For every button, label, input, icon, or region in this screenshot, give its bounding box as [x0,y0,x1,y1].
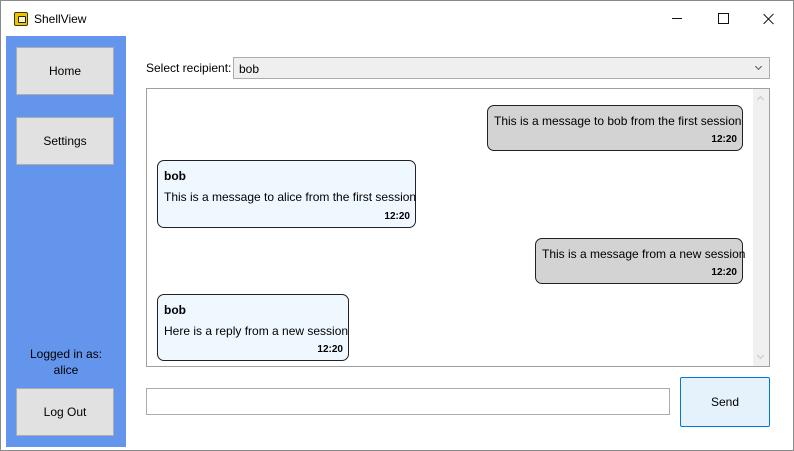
minimize-button[interactable] [654,1,700,36]
message-sender: bob [164,303,186,317]
message-input[interactable] [146,388,670,415]
minimize-icon [672,18,682,19]
logout-button[interactable]: Log Out [16,388,114,436]
message-bubble-incoming: bob Here is a reply from a new session 1… [157,294,349,361]
message-text: Here is a reply from a new session [164,324,349,338]
scroll-up-icon[interactable] [756,95,765,104]
message-time: 12:20 [384,211,410,222]
message-time: 12:20 [317,344,343,355]
message-bubble-outgoing: This is a message to bob from the first … [487,105,743,151]
recipient-selected-value: bob [239,62,260,76]
scroll-down-icon[interactable] [756,351,765,360]
home-button[interactable]: Home [16,47,114,95]
logged-in-label: Logged in as: [29,347,103,361]
send-button[interactable]: Send [680,377,770,427]
recipient-label: Select recipient: [146,61,232,75]
maximize-button[interactable] [700,1,746,36]
message-sender: bob [164,169,186,183]
settings-button[interactable]: Settings [16,117,114,165]
title-bar[interactable]: ShellView [1,1,793,36]
message-bubble-outgoing: This is a message from a new session 12:… [535,238,746,284]
message-list[interactable]: This is a message to bob from the first … [146,88,770,367]
app-window: ShellView Home Settings Logged in as: al… [0,0,794,451]
close-icon [763,13,775,25]
message-time: 12:20 [711,267,737,278]
message-text: This is a message from a new session [542,247,746,261]
message-time: 12:20 [711,134,737,145]
window-title: ShellView [34,12,87,26]
recipient-dropdown[interactable]: bob [233,57,770,79]
logged-in-username: alice [53,363,79,377]
vertical-scrollbar[interactable] [753,89,769,366]
message-text: This is a message to alice from the firs… [164,190,417,204]
app-icon [14,12,28,26]
close-button[interactable] [746,1,792,36]
chevron-down-icon [754,62,763,71]
message-bubble-incoming: bob This is a message to alice from the … [157,160,416,228]
message-text: This is a message to bob from the first … [494,114,742,128]
sidebar: Home Settings Logged in as: alice Log Ou… [6,36,126,447]
maximize-icon [717,13,729,24]
